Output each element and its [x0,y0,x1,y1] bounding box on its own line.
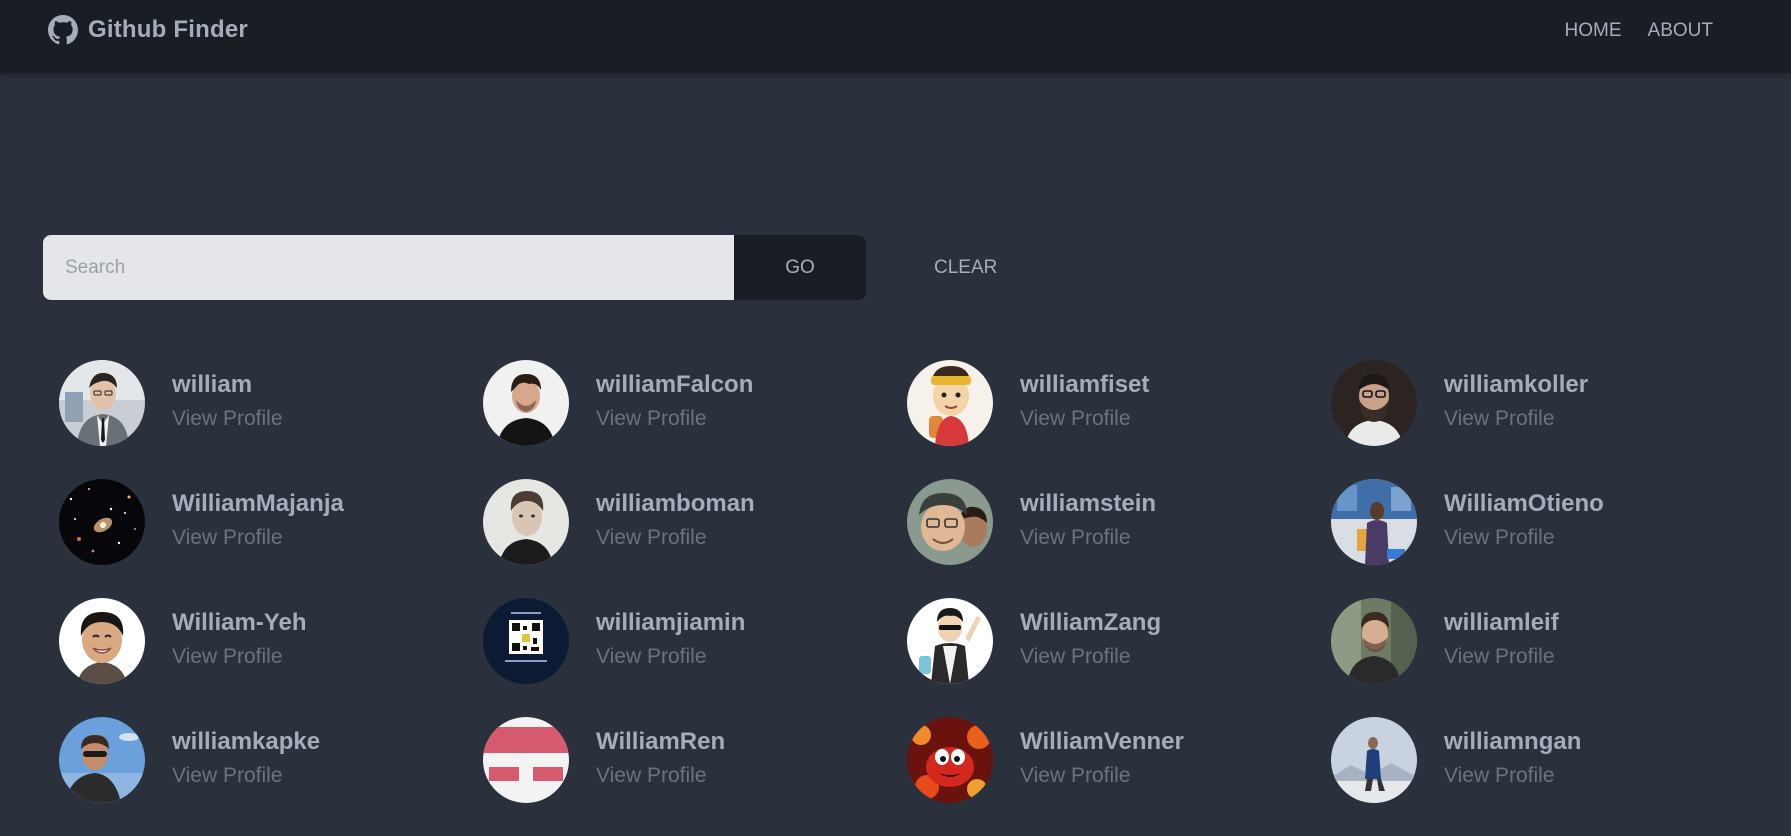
user-card: williamstein View Profile [907,479,1331,598]
username: williamjiamin [596,609,746,636]
avatar[interactable] [59,717,145,803]
avatar[interactable] [907,717,993,803]
brand-title: Github Finder [88,16,248,43]
user-card: williamjiamin View Profile [483,598,907,717]
clear-button[interactable]: CLEAR [914,249,1017,287]
avatar[interactable] [1331,479,1417,565]
username: williamngan [1444,728,1582,755]
user-card: williamleif View Profile [1331,598,1755,717]
go-button[interactable]: GO [734,235,866,300]
github-icon [48,15,78,45]
user-info: WilliamOtieno View Profile [1444,491,1604,550]
user-card: WilliamVenner View Profile [907,717,1331,836]
username: williamkoller [1444,371,1589,398]
brand-link[interactable]: Github Finder [48,15,248,45]
username: WilliamVenner [1020,728,1184,755]
view-profile-link[interactable]: View Profile [596,407,753,431]
user-card: WilliamRen View Profile [483,717,907,836]
view-profile-link[interactable]: View Profile [1020,526,1156,550]
view-profile-link[interactable]: View Profile [172,407,283,431]
view-profile-link[interactable]: View Profile [172,526,344,550]
username: williamFalcon [596,371,754,398]
avatar[interactable] [483,598,569,684]
username: william [172,371,253,398]
user-card: williamkapke View Profile [59,717,483,836]
user-info: williamngan View Profile [1444,729,1581,788]
user-card: WilliamZang View Profile [907,598,1331,717]
user-info: WilliamVenner View Profile [1020,729,1184,788]
avatar[interactable] [483,479,569,565]
user-info: williamleif View Profile [1444,610,1559,669]
username: WilliamMajanja [172,490,344,517]
username: WilliamZang [1020,609,1162,636]
username: WilliamRen [596,728,726,755]
user-info: williamkapke View Profile [172,729,320,788]
view-profile-link[interactable]: View Profile [1020,645,1161,669]
user-card: williamkoller View Profile [1331,360,1755,479]
avatar[interactable] [59,479,145,565]
view-profile-link[interactable]: View Profile [596,526,755,550]
avatar[interactable] [907,479,993,565]
navbar: Github Finder HOME ABOUT [0,0,1791,73]
search-input[interactable] [43,235,734,300]
user-info: williamfiset View Profile [1020,372,1149,431]
view-profile-link[interactable]: View Profile [596,645,745,669]
user-card: williamFalcon View Profile [483,360,907,479]
user-info: william View Profile [172,372,283,431]
view-profile-link[interactable]: View Profile [172,764,320,788]
avatar[interactable] [907,598,993,684]
user-info: WilliamMajanja View Profile [172,491,344,550]
avatar[interactable] [59,360,145,446]
user-info: williamstein View Profile [1020,491,1156,550]
view-profile-link[interactable]: View Profile [1444,764,1581,788]
avatar[interactable] [1331,598,1417,684]
user-card: WilliamMajanja View Profile [59,479,483,598]
username: williamstein [1020,490,1157,517]
user-card: williamfiset View Profile [907,360,1331,479]
nav-link-about[interactable]: ABOUT [1640,19,1721,43]
username: williamfiset [1020,371,1150,398]
user-card: williamngan View Profile [1331,717,1755,836]
user-info: WilliamRen View Profile [596,729,725,788]
view-profile-link[interactable]: View Profile [1444,407,1588,431]
avatar[interactable] [907,360,993,446]
username: williamboman [596,490,755,517]
user-info: William-Yeh View Profile [172,610,306,669]
avatar[interactable] [59,598,145,684]
username: williamkapke [172,728,321,755]
user-card: william View Profile [59,360,483,479]
user-info: williamjiamin View Profile [596,610,745,669]
user-card: williamboman View Profile [483,479,907,598]
username: WilliamOtieno [1444,490,1604,517]
users-grid: william View Profile williamFalcon View … [59,360,1759,836]
user-info: WilliamZang View Profile [1020,610,1161,669]
avatar[interactable] [1331,360,1417,446]
user-info: williamkoller View Profile [1444,372,1588,431]
user-info: williamboman View Profile [596,491,755,550]
username: William-Yeh [172,609,307,636]
view-profile-link[interactable]: View Profile [1444,526,1604,550]
user-card: William-Yeh View Profile [59,598,483,717]
user-info: williamFalcon View Profile [596,372,753,431]
nav-link-home[interactable]: HOME [1557,19,1630,43]
view-profile-link[interactable]: View Profile [1020,764,1184,788]
avatar[interactable] [483,360,569,446]
user-card: WilliamOtieno View Profile [1331,479,1755,598]
search-form: GO CLEAR [43,235,1017,300]
nav-links: HOME ABOUT [1557,19,1721,43]
avatar[interactable] [483,717,569,803]
avatar[interactable] [1331,717,1417,803]
view-profile-link[interactable]: View Profile [1020,407,1149,431]
view-profile-link[interactable]: View Profile [1444,645,1559,669]
view-profile-link[interactable]: View Profile [596,764,725,788]
view-profile-link[interactable]: View Profile [172,645,306,669]
username: williamleif [1444,609,1559,636]
